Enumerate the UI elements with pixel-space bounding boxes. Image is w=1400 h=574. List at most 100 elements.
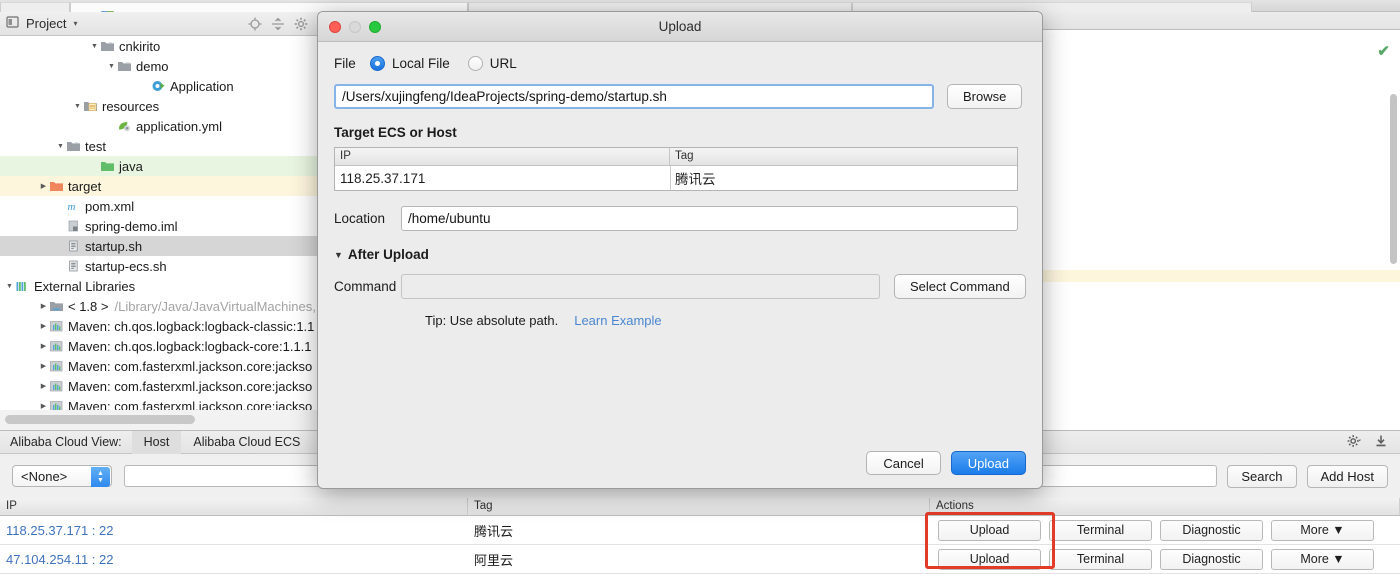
- action-terminal-button[interactable]: Terminal: [1049, 520, 1152, 541]
- chevron-down-icon[interactable]: ▾: [73, 19, 77, 28]
- project-panel-header: Project ▾: [0, 12, 318, 36]
- tree-expand-arrow-closed[interactable]: ▶: [38, 402, 49, 410]
- location-input[interactable]: /home/ubuntu: [401, 206, 1018, 231]
- tree-item-1-8[interactable]: ▶< 1.8 >/Library/Java/JavaVirtualMachine…: [0, 296, 318, 316]
- host-col-tag: Tag: [468, 498, 930, 515]
- add-host-button[interactable]: Add Host: [1307, 465, 1388, 488]
- tab-alibaba-cloud-ecs[interactable]: Alibaba Cloud ECS: [181, 431, 312, 454]
- action-upload-button[interactable]: Upload: [938, 549, 1041, 570]
- iml-file-icon: [66, 219, 81, 233]
- command-row: Command Select Command: [334, 274, 1026, 299]
- tag-filter-value: <None>: [21, 469, 67, 484]
- lib-icon: [49, 319, 64, 333]
- tree-item-test[interactable]: ▼ test: [0, 136, 318, 156]
- browse-button[interactable]: Browse: [947, 84, 1022, 109]
- tree-item-external-libraries[interactable]: ▼ External Libraries: [0, 276, 318, 296]
- action-upload-button[interactable]: Upload: [938, 520, 1041, 541]
- tree-item-pom-xml[interactable]: mpom.xml: [0, 196, 318, 216]
- tree-item-maven-com-fasterxml-jackson-core-jackso[interactable]: ▶Maven: com.fasterxml.jackson.core:jacks…: [0, 376, 318, 396]
- host-ip-cell[interactable]: 118.25.37.171 : 22: [0, 523, 468, 538]
- tree-item-label: Maven: com.fasterxml.jackson.core:jackso: [68, 399, 312, 411]
- tree-item-demo[interactable]: ▼demo: [0, 56, 318, 76]
- tree-item-java[interactable]: java: [0, 156, 318, 176]
- project-tree[interactable]: ▼cnkirito▼demo Application ▼resourcesappli…: [0, 36, 318, 410]
- project-tree-horizontal-scrollbar[interactable]: [5, 415, 195, 424]
- table-row[interactable]: 47.104.254.11 : 22阿里云UploadTerminalDiagn…: [0, 545, 1400, 574]
- command-input[interactable]: [401, 274, 880, 299]
- after-upload-section-header[interactable]: ▼ After Upload: [334, 247, 1026, 262]
- tree-item-startup-sh[interactable]: startup.sh: [0, 236, 318, 256]
- class-run-icon: [151, 79, 166, 93]
- tree-item-resources[interactable]: ▼resources: [0, 96, 318, 116]
- upload-button[interactable]: Upload: [951, 451, 1026, 475]
- cancel-button[interactable]: Cancel: [866, 451, 940, 475]
- editor-vertical-scrollbar[interactable]: [1390, 94, 1397, 264]
- tree-item-maven-com-fasterxml-jackson-core-jackso[interactable]: ▶Maven: com.fasterxml.jackson.core:jacks…: [0, 356, 318, 376]
- radio-url[interactable]: [468, 56, 483, 71]
- tree-item-application-yml[interactable]: application.yml: [0, 116, 318, 136]
- project-panel-icon: [6, 15, 20, 32]
- tree-expand-arrow-closed[interactable]: ▶: [38, 362, 49, 370]
- tree-item-startup-ecs-sh[interactable]: startup-ecs.sh: [0, 256, 318, 276]
- target-row-ip: 118.25.37.171: [335, 171, 670, 186]
- action-diagnostic-button[interactable]: Diagnostic: [1160, 549, 1263, 570]
- tab-host[interactable]: Host: [132, 431, 182, 454]
- tree-expand-arrow-open[interactable]: ▼: [89, 43, 100, 50]
- disclosure-triangle-icon: ▼: [334, 250, 343, 260]
- host-ip-cell[interactable]: 47.104.254.11 : 22: [0, 552, 468, 567]
- host-table: IP Tag Actions 118.25.37.171 : 22腾讯云Uplo…: [0, 498, 1400, 574]
- tree-expand-arrow-closed[interactable]: ▶: [38, 322, 49, 330]
- tree-item-label: java: [119, 159, 143, 174]
- settings-gear-icon[interactable]: [1347, 434, 1361, 451]
- select-command-button[interactable]: Select Command: [894, 274, 1026, 299]
- maven-m-icon: m: [66, 199, 81, 213]
- radio-local-file-label: Local File: [392, 56, 450, 71]
- sh-file-icon: [66, 259, 81, 273]
- dialog-footer: Cancel Upload: [866, 451, 1026, 475]
- locate-icon[interactable]: [248, 17, 262, 31]
- tree-expand-arrow-closed[interactable]: ▶: [38, 182, 49, 190]
- tree-expand-arrow-open[interactable]: ▼: [55, 143, 66, 150]
- target-table-row[interactable]: 118.25.37.171 腾讯云: [335, 166, 1017, 190]
- settings-gear-icon[interactable]: [294, 17, 308, 31]
- learn-example-link[interactable]: Learn Example: [574, 313, 661, 328]
- tree-expand-arrow-open[interactable]: ▼: [106, 63, 117, 70]
- tab-alibaba-cloud-ecs-label: Alibaba Cloud ECS: [193, 435, 300, 449]
- tree-item-target[interactable]: ▶target: [0, 176, 318, 196]
- tree-item-label: < 1.8 >: [68, 299, 108, 314]
- action-more-button[interactable]: More ▼: [1271, 520, 1374, 541]
- tree-expand-arrow-closed[interactable]: ▶: [38, 302, 49, 310]
- search-button[interactable]: Search: [1227, 465, 1296, 488]
- action-diagnostic-button[interactable]: Diagnostic: [1160, 520, 1263, 541]
- table-row[interactable]: 118.25.37.171 : 22腾讯云UploadTerminalDiagn…: [0, 516, 1400, 545]
- tree-item-maven-ch-qos-logback-logback-core-1-1-1[interactable]: ▶Maven: ch.qos.logback:logback-core:1.1.…: [0, 336, 318, 356]
- dialog-titlebar: Upload: [318, 12, 1042, 42]
- tree-expand-arrow-open[interactable]: ▼: [4, 283, 15, 290]
- tree-item-maven-com-fasterxml-jackson-core-jackso[interactable]: ▶ Maven: com.fasterxml.jackson.core:jacks…: [0, 396, 318, 410]
- tree-item-label: External Libraries: [34, 279, 135, 294]
- tree-item-label: startup.sh: [85, 239, 142, 254]
- tree-item-label: test: [85, 139, 106, 154]
- tree-item-cnkirito[interactable]: ▼cnkirito: [0, 36, 318, 56]
- tree-expand-arrow-open[interactable]: ▼: [72, 103, 83, 110]
- file-path-input[interactable]: /Users/xujingfeng/IdeaProjects/spring-de…: [334, 84, 934, 109]
- target-host-table[interactable]: IP Tag 118.25.37.171 腾讯云: [334, 147, 1018, 191]
- collapse-all-icon[interactable]: [271, 17, 285, 31]
- tag-filter-combo[interactable]: <None> ▲▼: [12, 465, 112, 487]
- screen: ✔ Project ▾ ▼cnkirito▼demoApplication▼re…: [0, 0, 1400, 574]
- file-label: File: [334, 56, 370, 71]
- tree-item-label: Application: [170, 79, 234, 94]
- target-section-title: Target ECS or Host: [334, 125, 1026, 140]
- file-path-value: /Users/xujingfeng/IdeaProjects/spring-de…: [342, 89, 667, 104]
- project-panel-title: Project: [26, 16, 66, 31]
- radio-local-file[interactable]: [370, 56, 385, 71]
- target-col-ip: IP: [335, 148, 670, 165]
- tree-item-spring-demo-iml[interactable]: spring-demo.iml: [0, 216, 318, 236]
- action-more-button[interactable]: More ▼: [1271, 549, 1374, 570]
- tree-item-maven-ch-qos-logback-logback-classic-1-1[interactable]: ▶Maven: ch.qos.logback:logback-classic:1…: [0, 316, 318, 336]
- tree-expand-arrow-closed[interactable]: ▶: [38, 382, 49, 390]
- tree-item-application[interactable]: Application: [0, 76, 318, 96]
- action-terminal-button[interactable]: Terminal: [1049, 549, 1152, 570]
- tree-expand-arrow-closed[interactable]: ▶: [38, 342, 49, 350]
- hide-icon[interactable]: [1374, 434, 1388, 451]
